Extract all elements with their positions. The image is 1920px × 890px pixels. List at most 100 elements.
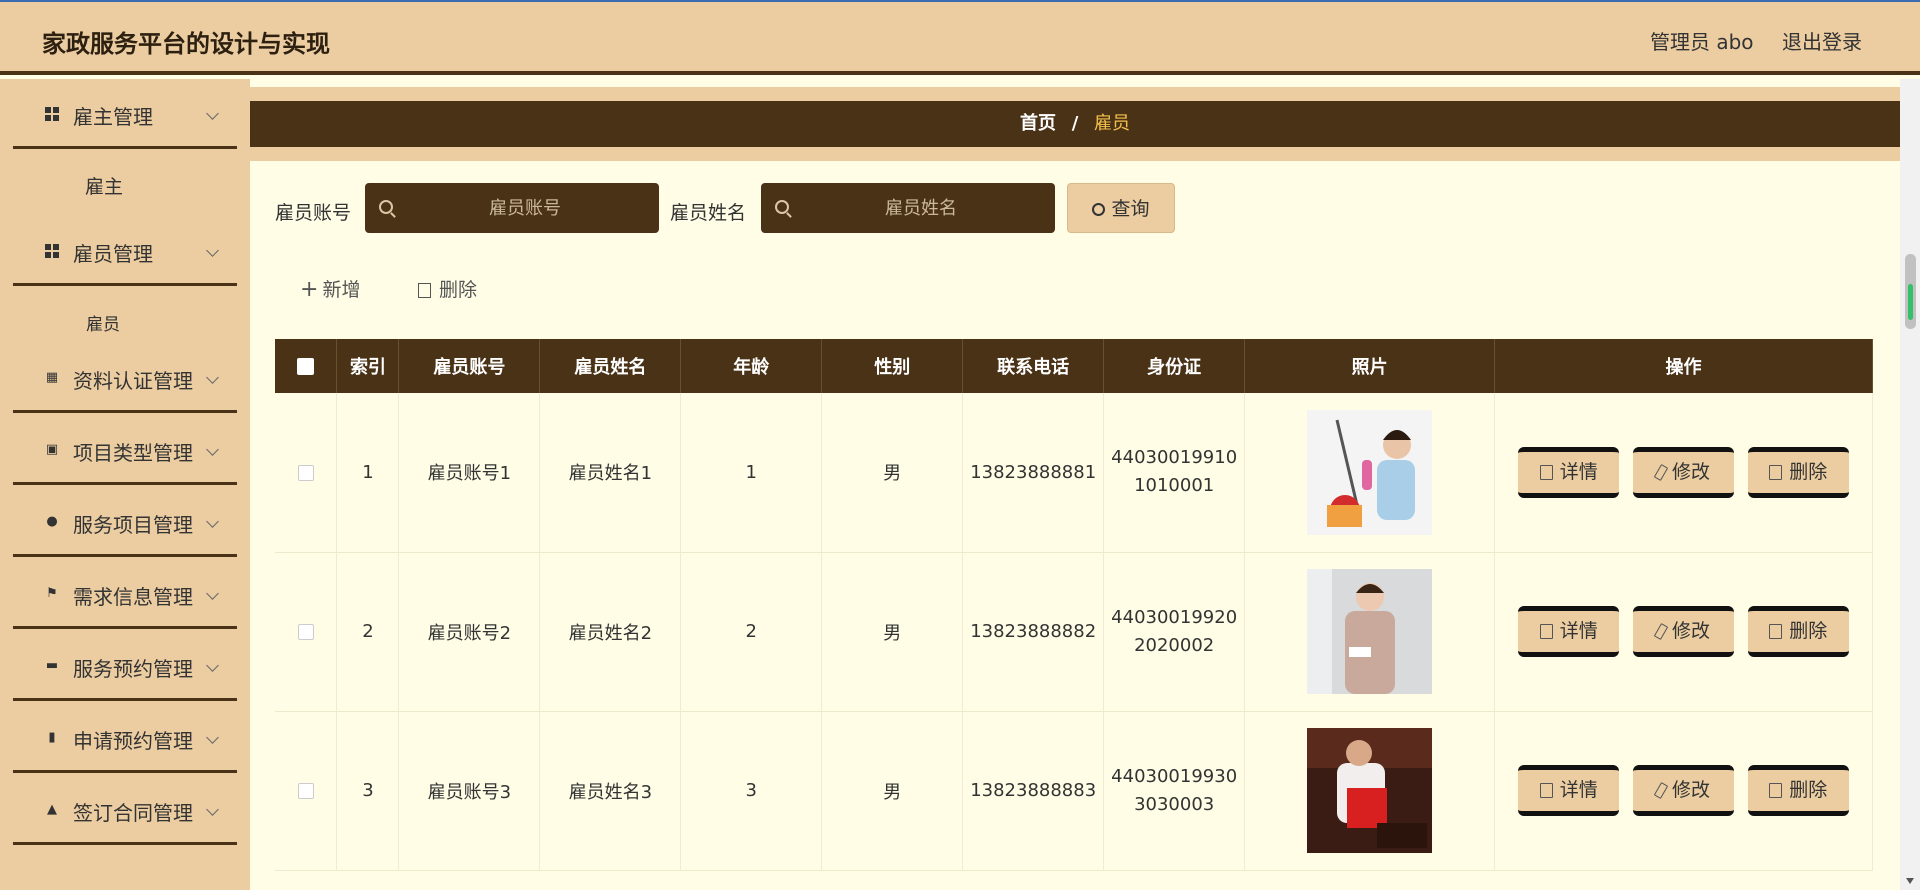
document-icon xyxy=(1539,464,1553,480)
breadcrumb: 首页 / 雇员 xyxy=(250,101,1900,147)
row-checkbox[interactable] xyxy=(297,464,314,481)
bulk-delete-button[interactable]: 删除 xyxy=(418,275,477,302)
trash-icon xyxy=(1769,464,1783,480)
chevron-down-icon xyxy=(206,731,219,744)
breadcrumb-separator: / xyxy=(1071,113,1079,134)
page-scrollbar[interactable] xyxy=(1900,79,1920,890)
scroll-down-icon[interactable] xyxy=(1906,878,1914,884)
sidebar-menu-certification[interactable]: ▦ 资料认证管理 xyxy=(13,343,237,413)
person-icon: ● xyxy=(46,514,58,529)
cell-index: 1 xyxy=(336,393,400,553)
delete-button[interactable]: 删除 xyxy=(1747,765,1849,816)
breadcrumb-home[interactable]: 首页 xyxy=(1020,113,1056,134)
delete-button[interactable]: 删除 xyxy=(1747,606,1849,657)
detail-button[interactable]: 详情 xyxy=(1518,765,1620,816)
trash-icon xyxy=(418,283,431,298)
id-card-part-1: 44030019920 xyxy=(1111,606,1238,628)
select-all-cell xyxy=(275,339,338,393)
trash-icon xyxy=(1769,624,1783,639)
clipboard-icon: ▦ xyxy=(45,370,59,385)
column-header: 性别 xyxy=(821,339,964,393)
detail-button[interactable]: 详情 xyxy=(1518,446,1620,498)
scrollbar-thumb[interactable] xyxy=(1905,254,1916,329)
id-card-part-2: 2020002 xyxy=(1134,634,1215,656)
sidebar-menu-project-type[interactable]: ▣ 项目类型管理 xyxy=(13,415,237,485)
add-button[interactable]: + 新增 xyxy=(300,275,360,302)
account-search-input[interactable] xyxy=(405,183,645,233)
chevron-down-icon xyxy=(206,244,219,257)
detail-button-label: 详情 xyxy=(1559,620,1598,642)
row-checkbox[interactable] xyxy=(297,624,314,640)
chevron-down-icon xyxy=(206,803,219,816)
sidebar-menu-label: 申请预约管理 xyxy=(73,729,193,753)
chevron-down-icon xyxy=(206,515,219,528)
select-all-checkbox[interactable] xyxy=(297,358,315,375)
query-button-label: 查询 xyxy=(1111,198,1150,220)
sidebar-menu-label: 资料认证管理 xyxy=(73,369,193,393)
cell-photo xyxy=(1244,711,1496,871)
sidebar-menu-service-project[interactable]: ● 服务项目管理 xyxy=(13,487,237,557)
sidebar-menu-label: 服务预约管理 xyxy=(73,657,193,681)
document-icon xyxy=(1539,783,1553,798)
sidebar-menu-service-booking[interactable]: ▬ 服务预约管理 xyxy=(13,631,237,701)
id-card-part-1: 44030019910 xyxy=(1111,447,1238,469)
delete-button-label: 删除 xyxy=(1789,460,1828,483)
cell-operations: 详情 修改 删除 xyxy=(1494,393,1873,553)
cell-phone: 13823888883 xyxy=(962,711,1105,871)
search-icon xyxy=(379,200,393,214)
sidebar-menu-demand[interactable]: ⚑ 需求信息管理 xyxy=(13,559,237,629)
column-header: 雇员姓名 xyxy=(539,339,682,393)
edit-button[interactable]: 修改 xyxy=(1633,765,1735,816)
logout-link[interactable]: 退出登录 xyxy=(1782,26,1862,55)
column-header: 索引 xyxy=(336,339,400,393)
edit-button-label: 修改 xyxy=(1672,620,1711,642)
account-search-box xyxy=(365,183,659,233)
edit-button[interactable]: 修改 xyxy=(1633,606,1735,657)
main-content: 首页 / 雇员 雇员账号 雇员姓名 查询 +新增 删除 索引 雇员账号 雇员姓名… xyxy=(250,79,1900,890)
delete-button[interactable]: 删除 xyxy=(1747,446,1849,498)
top-header: 家政服务平台的设计与实现 管理员 abo 退出登录 xyxy=(0,0,1920,75)
table-header-row: 索引 雇员账号 雇员姓名 年龄 性别 联系电话 身份证 照片 操作 xyxy=(275,339,1873,393)
sidebar-menu-label: 签订合同管理 xyxy=(73,801,193,825)
sidebar-menu-employer[interactable]: 雇主管理 xyxy=(13,79,237,149)
cell-photo xyxy=(1244,393,1496,553)
detail-button-label: 详情 xyxy=(1559,779,1598,801)
bulk-delete-label: 删除 xyxy=(439,279,478,301)
row-checkbox[interactable] xyxy=(297,783,314,799)
detail-button[interactable]: 详情 xyxy=(1518,606,1620,657)
cell-name: 雇员姓名2 xyxy=(539,552,682,712)
name-search-input[interactable] xyxy=(801,183,1041,233)
sidebar-menu-apply-booking[interactable]: ▮ 申请预约管理 xyxy=(13,703,237,773)
column-header: 年龄 xyxy=(680,339,823,393)
plus-icon: + xyxy=(300,277,319,302)
column-header: 身份证 xyxy=(1103,339,1246,393)
pencil-icon xyxy=(1653,782,1669,799)
cell-gender: 男 xyxy=(821,711,964,871)
sidebar-item-label: 雇主 xyxy=(85,176,124,198)
edit-button[interactable]: 修改 xyxy=(1633,446,1735,498)
trash-icon xyxy=(1769,783,1783,798)
cell-account: 雇员账号3 xyxy=(398,711,541,871)
sidebar-menu-label: 雇员管理 xyxy=(73,242,153,266)
bar-chart-icon: ▮ xyxy=(48,730,56,745)
detail-button-label: 详情 xyxy=(1559,460,1598,483)
cell-phone: 13823888882 xyxy=(962,552,1105,712)
id-card-part-1: 44030019930 xyxy=(1111,765,1238,787)
sidebar-menu-contract[interactable]: ▲ 签订合同管理 xyxy=(13,775,237,845)
cell-gender: 男 xyxy=(821,552,964,712)
column-header: 雇员账号 xyxy=(398,339,541,393)
column-header: 操作 xyxy=(1494,339,1873,393)
sidebar-item-employer[interactable]: 雇主 xyxy=(13,152,237,216)
sidebar-menu-label: 服务项目管理 xyxy=(73,513,193,537)
query-button[interactable]: 查询 xyxy=(1067,183,1175,233)
cell-id-card: 44030019930 3030003 xyxy=(1103,711,1246,871)
search-icon xyxy=(775,200,789,214)
breadcrumb-current: 雇员 xyxy=(1094,113,1131,134)
cell-operations: 详情 修改 删除 xyxy=(1494,711,1873,871)
pencil-icon xyxy=(1653,463,1669,481)
edit-button-label: 修改 xyxy=(1672,779,1711,801)
employee-table: 索引 雇员账号 雇员姓名 年龄 性别 联系电话 身份证 照片 操作 1 雇员账号… xyxy=(275,339,1873,871)
stamp-icon: ▲ xyxy=(47,802,57,817)
sidebar-menu-employee[interactable]: 雇员管理 xyxy=(13,216,237,286)
name-search-box xyxy=(761,183,1055,233)
